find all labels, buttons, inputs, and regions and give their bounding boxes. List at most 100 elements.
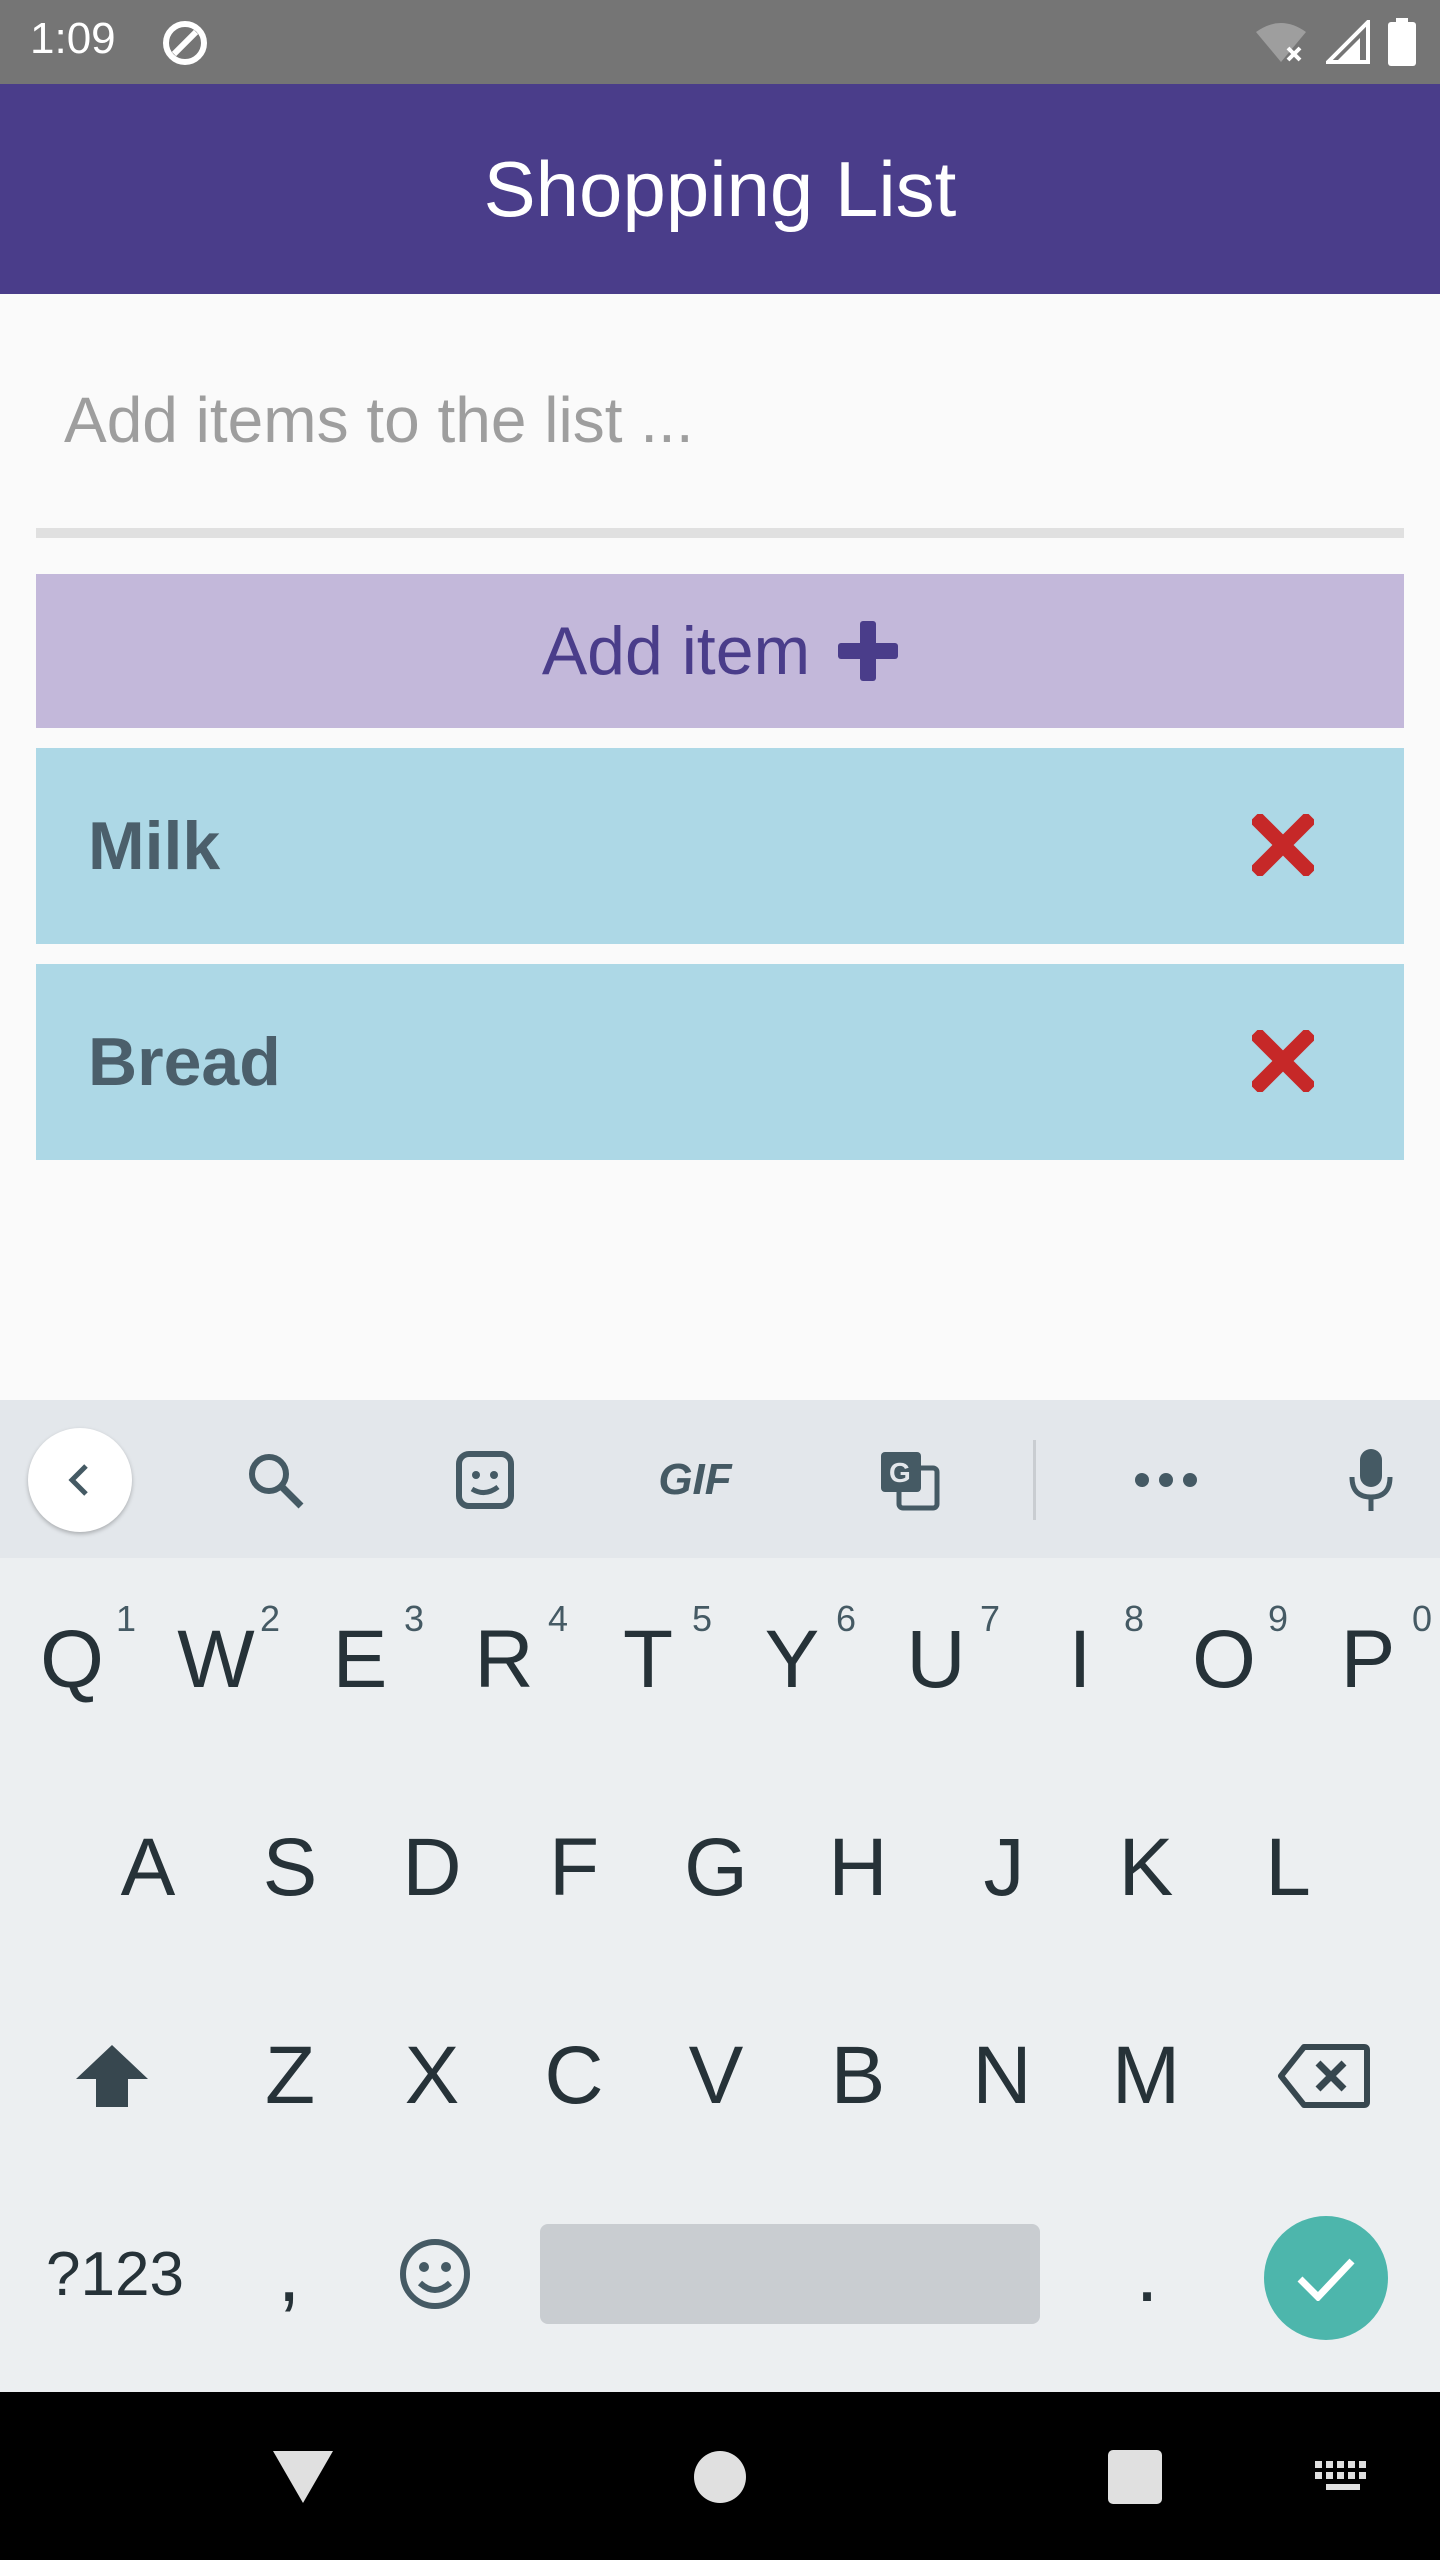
key-o[interactable]: O9	[1152, 1580, 1296, 1740]
item-input[interactable]	[36, 360, 1404, 480]
back-triangle-icon	[273, 2451, 333, 2503]
status-icons	[1254, 18, 1416, 66]
shift-key[interactable]	[40, 1996, 184, 2156]
key-label: C	[544, 2030, 604, 2121]
key-hint: 0	[1411, 1598, 1432, 1639]
space-key[interactable]	[540, 2224, 1040, 2324]
key-m[interactable]: M	[1074, 1996, 1218, 2156]
key-hint: 5	[691, 1598, 712, 1639]
symbols-key[interactable]: ?123	[20, 2194, 210, 2354]
key-label: M	[1111, 2030, 1181, 2121]
key-hint: 2	[259, 1598, 280, 1639]
add-item-label: Add item	[541, 613, 811, 689]
keyboard-icon	[1315, 2461, 1366, 2490]
toolbar-divider	[1033, 1440, 1036, 1520]
key-c[interactable]: C	[502, 1996, 646, 2156]
key-label: H	[828, 1822, 888, 1913]
key-label: E	[332, 1614, 388, 1705]
key-x[interactable]: X	[360, 1996, 504, 2156]
done-key[interactable]	[1264, 2216, 1388, 2340]
page-title: Shopping List	[483, 144, 957, 233]
sticker-icon[interactable]	[450, 1445, 520, 1515]
key-label: V	[688, 2030, 744, 2121]
key-l[interactable]: L	[1216, 1788, 1360, 1948]
translate-icon[interactable]: G	[874, 1445, 944, 1515]
key-label: D	[402, 1822, 462, 1913]
key-n[interactable]: N	[930, 1996, 1074, 2156]
key-v[interactable]: V	[644, 1996, 788, 2156]
remove-icon[interactable]	[1252, 1030, 1314, 1092]
status-time: 1:09	[30, 14, 116, 63]
key-label: P	[1340, 1614, 1396, 1705]
key-a[interactable]: A	[76, 1788, 220, 1948]
comma-key[interactable]: ,	[224, 2194, 354, 2354]
key-k[interactable]: K	[1074, 1788, 1218, 1948]
key-f[interactable]: F	[502, 1788, 646, 1948]
home-nav-button[interactable]	[675, 2432, 765, 2522]
emoji-key[interactable]	[370, 2194, 500, 2354]
list-item: Milk	[36, 748, 1404, 944]
recents-nav-button[interactable]	[1090, 2432, 1180, 2522]
key-hint: 4	[547, 1598, 568, 1639]
key-hint: 7	[979, 1598, 1000, 1639]
gif-label: GIF	[658, 1455, 732, 1504]
key-label: .	[1135, 2228, 1159, 2319]
key-u[interactable]: U7	[864, 1580, 1008, 1740]
key-label: O	[1192, 1614, 1256, 1705]
key-label: J	[983, 1822, 1025, 1913]
data-saver-icon	[163, 21, 207, 65]
plus-icon	[838, 621, 899, 681]
search-icon[interactable]	[240, 1445, 310, 1515]
key-label: W	[177, 1614, 255, 1705]
key-label: T	[622, 1614, 674, 1705]
key-h[interactable]: H	[786, 1788, 930, 1948]
key-label: R	[474, 1614, 534, 1705]
add-item-button[interactable]: Add item	[36, 574, 1404, 728]
input-underline	[36, 528, 1404, 538]
key-hint: 9	[1267, 1598, 1288, 1639]
status-bar: 1:09	[0, 0, 1440, 84]
key-label: I	[1068, 1614, 1092, 1705]
keyboard-switch-button[interactable]	[1298, 2432, 1388, 2522]
key-g[interactable]: G	[644, 1788, 788, 1948]
key-e[interactable]: E3	[288, 1580, 432, 1740]
wifi-off-icon	[1256, 23, 1306, 62]
key-hint: 8	[1123, 1598, 1144, 1639]
key-label: ?123	[46, 2239, 184, 2309]
key-z[interactable]: Z	[218, 1996, 362, 2156]
key-w[interactable]: W2	[144, 1580, 288, 1740]
more-icon[interactable]	[1131, 1445, 1201, 1515]
microphone-icon[interactable]	[1336, 1445, 1406, 1515]
key-label: B	[830, 2030, 886, 2121]
gif-icon[interactable]: GIF	[640, 1445, 750, 1515]
key-y[interactable]: Y6	[720, 1580, 864, 1740]
remove-icon[interactable]	[1252, 814, 1314, 876]
key-p[interactable]: P0	[1296, 1580, 1440, 1740]
shift-icon	[76, 2045, 148, 2107]
collapse-toolbar-button[interactable]	[28, 1428, 132, 1532]
keyboard-toolbar: GIF G	[0, 1400, 1440, 1558]
emoji-icon	[400, 2239, 470, 2309]
backspace-icon	[1278, 2044, 1370, 2108]
key-d[interactable]: D	[360, 1788, 504, 1948]
key-j[interactable]: J	[932, 1788, 1076, 1948]
signal-icon	[1326, 20, 1370, 64]
key-t[interactable]: T5	[576, 1580, 720, 1740]
app-bar: Shopping List	[0, 84, 1440, 294]
key-s[interactable]: S	[218, 1788, 362, 1948]
key-q[interactable]: Q1	[0, 1580, 144, 1740]
key-b[interactable]: B	[786, 1996, 930, 2156]
key-label: A	[120, 1822, 176, 1913]
key-hint: 3	[403, 1598, 424, 1639]
key-label: Z	[264, 2030, 316, 2121]
back-nav-button[interactable]	[258, 2432, 348, 2522]
home-circle-icon	[694, 2451, 746, 2503]
key-i[interactable]: I8	[1008, 1580, 1152, 1740]
recents-square-icon	[1108, 2450, 1162, 2504]
period-key[interactable]: .	[1082, 2194, 1212, 2354]
key-label: Q	[40, 1614, 104, 1705]
checkmark-icon	[1297, 2258, 1355, 2301]
key-r[interactable]: R4	[432, 1580, 576, 1740]
backspace-key[interactable]	[1252, 1996, 1396, 2156]
list-item: Bread	[36, 964, 1404, 1160]
